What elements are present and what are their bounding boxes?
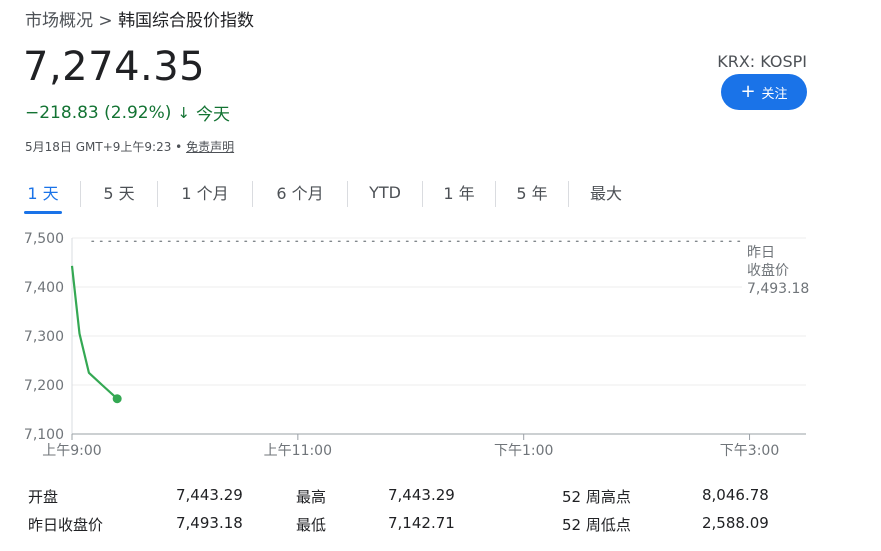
previous-close-label: 7,493.18 xyxy=(747,281,809,297)
plus-icon: + xyxy=(740,81,756,102)
stats-row: 昨日收盘价 7,493.18 最低 7,142.71 52 周低点 2,588.09 xyxy=(28,514,808,542)
tab-separator xyxy=(80,181,81,207)
meta-bullet: • xyxy=(175,140,183,154)
price-chart: 7,500 7,400 7,300 7,200 7,100上午9:00 上午11:00 下午… xyxy=(24,231,810,459)
tab-range[interactable]: 5 天 xyxy=(99,176,139,212)
current-price-dot xyxy=(112,394,122,404)
stat-value: 7,142.71 xyxy=(388,514,455,532)
stat-value: 2,588.09 xyxy=(702,514,769,532)
change-period: 今天 xyxy=(195,105,230,125)
breadcrumb-current: 韩国综合股价指数 xyxy=(118,11,255,31)
previous-close-label: 收盘价 xyxy=(747,262,789,279)
y-tick-label: 7,300 xyxy=(24,329,64,345)
y-tick-label: 7,500 xyxy=(24,231,64,247)
change-value: −218.83 (2.92%) xyxy=(25,102,172,123)
tab-range[interactable]: YTD xyxy=(366,179,404,210)
stat-label: 最低 xyxy=(296,516,327,534)
tab-range[interactable]: 1 年 xyxy=(441,176,477,212)
stat-value: 7,493.18 xyxy=(176,514,243,532)
tab-separator xyxy=(252,181,253,207)
tab-separator xyxy=(495,181,496,207)
breadcrumb-separator: > xyxy=(98,11,113,31)
y-tick-label: 7,100 xyxy=(24,427,64,443)
tab-range[interactable]: 1 个月 xyxy=(176,176,234,212)
tab-separator xyxy=(157,181,158,207)
breadcrumb-parent[interactable]: 市场概况 xyxy=(25,11,93,31)
y-tick-label: 7,400 xyxy=(24,280,64,296)
quote-meta: 5月18日 GMT+9上午9:23 • 免责声明 xyxy=(25,138,234,155)
ticker-symbol: KRX: KOSPI xyxy=(717,52,807,71)
tab-separator xyxy=(422,181,423,207)
tab-separator xyxy=(347,181,348,207)
tab-range[interactable]: 6 个月 xyxy=(271,176,329,212)
stat-label: 昨日收盘价 xyxy=(28,516,104,534)
quote-timestamp: 5月18日 GMT+9上午9:23 xyxy=(25,140,172,154)
stat-value: 7,443.29 xyxy=(176,486,243,504)
index-price: 7,274.35 xyxy=(23,44,206,90)
stats-table: 开盘 7,443.29 最高 7,443.29 52 周高点 8,046.78 昨日收盘价 7… xyxy=(28,486,808,542)
stat-label: 52 周高点 xyxy=(562,488,631,506)
tab-range[interactable]: 最大 xyxy=(587,176,625,212)
stat-label: 开盘 xyxy=(28,488,59,506)
tab-range[interactable]: 1 天 xyxy=(24,176,62,214)
stat-value: 8,046.78 xyxy=(702,486,769,504)
stat-label: 52 周低点 xyxy=(562,516,631,534)
follow-button[interactable]: + 关注 xyxy=(721,74,807,110)
x-tick-label: 下午1:00 xyxy=(494,443,553,459)
tab-separator xyxy=(568,181,569,207)
range-tabs: 1 天 5 天 1 个月 6 个月 YTD 1 年 5 年 最大 xyxy=(24,176,625,214)
x-tick-label: 下午3:00 xyxy=(720,443,779,459)
previous-close-label: 昨日 xyxy=(747,245,775,261)
stat-label: 最高 xyxy=(296,488,327,506)
y-tick-label: 7,200 xyxy=(24,378,64,394)
down-arrow-icon: ↓ xyxy=(177,103,190,122)
follow-label: 关注 xyxy=(761,86,788,102)
x-tick-label: 上午9:00 xyxy=(42,443,101,459)
price-change: −218.83 (2.92%) ↓ 今天 xyxy=(25,100,230,126)
disclaimer-link[interactable]: 免责声明 xyxy=(186,140,234,154)
stat-value: 7,443.29 xyxy=(388,486,455,504)
x-tick-label: 上午11:00 xyxy=(264,443,332,459)
breadcrumb: 市场概况 > 韩国综合股价指数 xyxy=(25,6,254,31)
stats-row: 开盘 7,443.29 最高 7,443.29 52 周高点 8,046.78 xyxy=(28,486,808,514)
price-series-line xyxy=(70,265,118,400)
tab-range[interactable]: 5 年 xyxy=(514,176,550,212)
